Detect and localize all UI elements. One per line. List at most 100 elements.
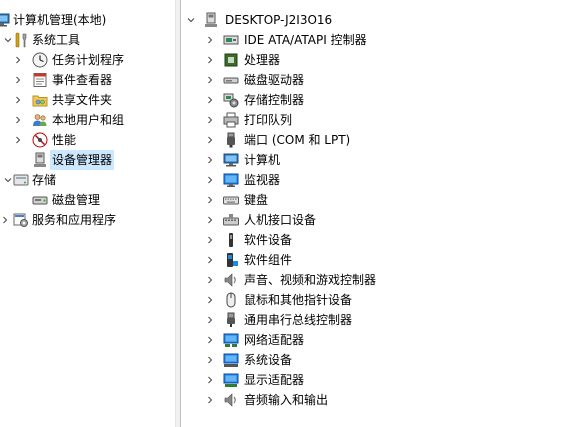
chevron-right-icon[interactable] <box>205 190 215 210</box>
chevron-down-icon[interactable] <box>3 170 13 190</box>
chevron-right-icon[interactable] <box>0 210 10 230</box>
tree-group-system-tools[interactable]: 系统工具 <box>0 30 175 50</box>
chevron-down-icon[interactable] <box>3 30 13 50</box>
event-viewer-icon <box>32 72 48 88</box>
system-device-icon <box>223 352 239 368</box>
tree-item-task-scheduler[interactable]: 任务计划程序 <box>0 50 175 70</box>
device-category[interactable]: 处理器 <box>181 50 583 70</box>
storage-controller-icon <box>223 92 239 108</box>
disk-management-icon <box>32 192 48 208</box>
device-category-label: 通用串行总线控制器 <box>244 313 353 327</box>
software-device-icon <box>223 232 239 248</box>
device-category-label: 显示适配器 <box>244 373 305 387</box>
navigation-tree[interactable]: 计算机管理(本地) 系统工具 任务计划程序 事件查看器 共享文件夹 本地用户和组… <box>0 0 175 427</box>
tree-item-local-users[interactable]: 本地用户和组 <box>0 110 175 130</box>
tree-item-performance[interactable]: 性能 <box>0 130 175 150</box>
audio-io-icon <box>223 392 239 408</box>
computer-icon <box>203 12 219 28</box>
computer-management-icon <box>0 12 10 28</box>
printer-icon <box>223 112 239 128</box>
device-category[interactable]: 显示适配器 <box>181 370 583 390</box>
device-category[interactable]: 端口 (COM 和 LPT) <box>181 130 583 150</box>
device-category-label: 端口 (COM 和 LPT) <box>244 133 351 147</box>
ide-controller-icon <box>223 32 239 48</box>
chevron-right-icon[interactable] <box>205 290 215 310</box>
device-category[interactable]: 计算机 <box>181 150 583 170</box>
device-category[interactable]: 网络适配器 <box>181 330 583 350</box>
chevron-right-icon[interactable] <box>205 270 215 290</box>
shared-folder-icon <box>32 92 48 108</box>
mouse-icon <box>223 292 239 308</box>
chevron-right-icon[interactable] <box>205 70 215 90</box>
device-category[interactable]: 存储控制器 <box>181 90 583 110</box>
chevron-right-icon[interactable] <box>205 50 215 70</box>
chevron-right-icon[interactable] <box>205 90 215 110</box>
chevron-right-icon[interactable] <box>205 330 215 350</box>
tree-item-label: 本地用户和组 <box>52 113 125 127</box>
device-tree[interactable]: DESKTOP-J2I3O16 IDE ATA/ATAPI 控制器 处理器 磁盘… <box>181 0 583 427</box>
device-category-label: 软件组件 <box>244 253 293 267</box>
chevron-right-icon[interactable] <box>205 210 215 230</box>
chevron-right-icon[interactable] <box>205 130 215 150</box>
software-component-icon <box>223 252 239 268</box>
device-manager-icon <box>32 152 48 168</box>
device-category[interactable]: 键盘 <box>181 190 583 210</box>
chevron-right-icon[interactable] <box>13 130 23 150</box>
disk-drive-icon <box>223 72 239 88</box>
chevron-right-icon[interactable] <box>205 170 215 190</box>
chevron-right-icon[interactable] <box>205 250 215 270</box>
device-category[interactable]: 人机接口设备 <box>181 210 583 230</box>
computer-icon <box>223 152 239 168</box>
device-category-label: 鼠标和其他指针设备 <box>244 293 353 307</box>
port-icon <box>223 132 239 148</box>
device-category[interactable]: 软件设备 <box>181 230 583 250</box>
chevron-right-icon[interactable] <box>205 370 215 390</box>
device-category-label: 计算机 <box>244 153 281 167</box>
tree-group-services[interactable]: 服务和应用程序 <box>0 210 175 230</box>
chevron-right-icon[interactable] <box>205 230 215 250</box>
tree-group-label: 系统工具 <box>32 33 81 47</box>
tree-root-label: 计算机管理(本地) <box>13 13 107 27</box>
chevron-right-icon[interactable] <box>13 70 23 90</box>
device-category[interactable]: 声音、视频和游戏控制器 <box>181 270 583 290</box>
tree-item-shared-folders[interactable]: 共享文件夹 <box>0 90 175 110</box>
device-category[interactable]: 打印队列 <box>181 110 583 130</box>
chevron-right-icon[interactable] <box>13 50 23 70</box>
tree-item-device-manager[interactable]: 设备管理器 <box>0 150 175 170</box>
tools-icon <box>13 32 29 48</box>
device-category[interactable]: 音频输入和输出 <box>181 390 583 410</box>
device-category[interactable]: 通用串行总线控制器 <box>181 310 583 330</box>
tree-root[interactable]: 计算机管理(本地) <box>0 10 175 30</box>
device-category-label: 打印队列 <box>244 113 293 127</box>
tree-item-disk-management[interactable]: 磁盘管理 <box>0 190 175 210</box>
tree-item-event-viewer[interactable]: 事件查看器 <box>0 70 175 90</box>
chevron-right-icon[interactable] <box>205 350 215 370</box>
usb-icon <box>223 312 239 328</box>
services-icon <box>13 212 29 228</box>
chevron-right-icon[interactable] <box>13 90 23 110</box>
device-category-label: 磁盘驱动器 <box>244 73 305 87</box>
device-category[interactable]: 系统设备 <box>181 350 583 370</box>
chevron-right-icon[interactable] <box>205 110 215 130</box>
chevron-right-icon[interactable] <box>13 110 23 130</box>
device-category[interactable]: 磁盘驱动器 <box>181 70 583 90</box>
network-adapter-icon <box>223 332 239 348</box>
device-category[interactable]: IDE ATA/ATAPI 控制器 <box>181 30 583 50</box>
users-icon <box>32 112 48 128</box>
hid-icon <box>223 212 239 228</box>
storage-icon <box>13 172 29 188</box>
device-category[interactable]: 鼠标和其他指针设备 <box>181 290 583 310</box>
device-category[interactable]: 监视器 <box>181 170 583 190</box>
display-adapter-icon <box>223 372 239 388</box>
device-tree-root[interactable]: DESKTOP-J2I3O16 <box>181 10 583 30</box>
chevron-right-icon[interactable] <box>205 150 215 170</box>
tree-group-storage[interactable]: 存储 <box>0 170 175 190</box>
device-category[interactable]: 软件组件 <box>181 250 583 270</box>
chevron-right-icon[interactable] <box>205 30 215 50</box>
tree-item-label: 性能 <box>52 133 77 147</box>
device-category-label: 人机接口设备 <box>244 213 317 227</box>
chevron-right-icon[interactable] <box>205 310 215 330</box>
tree-item-label: 共享文件夹 <box>52 93 113 107</box>
chevron-right-icon[interactable] <box>205 390 215 410</box>
chevron-down-icon[interactable] <box>186 10 196 30</box>
